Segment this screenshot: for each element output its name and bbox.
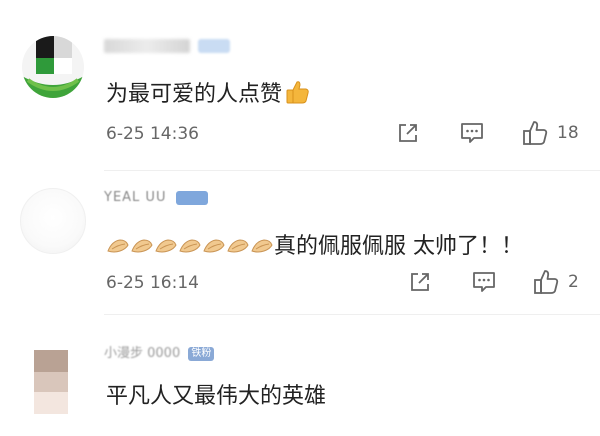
comment-button[interactable] xyxy=(459,121,485,145)
nickname-text: YEAL UU xyxy=(104,190,167,205)
comment-text: 真的佩服佩服 太帅了！！ xyxy=(106,228,523,260)
thumbs-up-icon xyxy=(523,121,548,145)
comment-time: 6-25 14:36 xyxy=(106,124,199,144)
like-button[interactable]: 2 xyxy=(532,268,579,296)
like-button[interactable]: 18 xyxy=(521,119,579,147)
praying-hands-emoji xyxy=(179,239,201,253)
praying-hands-emoji xyxy=(107,239,129,253)
nickname-text: 小漫步 0000 xyxy=(104,346,181,361)
divider xyxy=(104,170,600,171)
share-button[interactable] xyxy=(396,121,420,145)
nickname[interactable]: 小漫步 0000 铁粉 xyxy=(104,342,215,362)
comment-text: 平凡人又最伟大的英雄 xyxy=(106,384,327,409)
praying-hands-emoji xyxy=(155,239,177,253)
praying-hands-emoji-group xyxy=(106,234,274,259)
comment-text: 为最可爱的人点赞 xyxy=(106,76,310,108)
like-count: 2 xyxy=(568,272,579,292)
avatar[interactable] xyxy=(22,36,84,98)
nickname[interactable] xyxy=(104,38,231,58)
comment-icon xyxy=(461,123,483,143)
comment-icon xyxy=(473,272,495,292)
praying-hands-emoji xyxy=(251,239,273,253)
praying-hands-emoji xyxy=(131,239,153,253)
comment-button[interactable] xyxy=(471,270,497,294)
share-button[interactable] xyxy=(408,270,432,294)
nickname[interactable]: YEAL UU xyxy=(104,190,208,210)
share-icon xyxy=(411,273,429,291)
divider xyxy=(104,314,600,315)
thumbs-up-emoji xyxy=(286,81,309,104)
share-icon xyxy=(399,124,417,142)
praying-hands-emoji xyxy=(203,239,225,253)
like-count: 18 xyxy=(557,123,579,143)
comment-time: 6-25 16:14 xyxy=(106,273,199,293)
nickname-blurred xyxy=(104,39,190,53)
praying-hands-emoji xyxy=(227,239,249,253)
user-badge xyxy=(198,39,231,53)
avatar[interactable] xyxy=(34,350,68,414)
user-badge xyxy=(175,190,208,205)
thumbs-up-icon xyxy=(534,270,559,294)
fan-badge: 铁粉 xyxy=(188,346,215,361)
avatar[interactable] xyxy=(20,188,86,254)
